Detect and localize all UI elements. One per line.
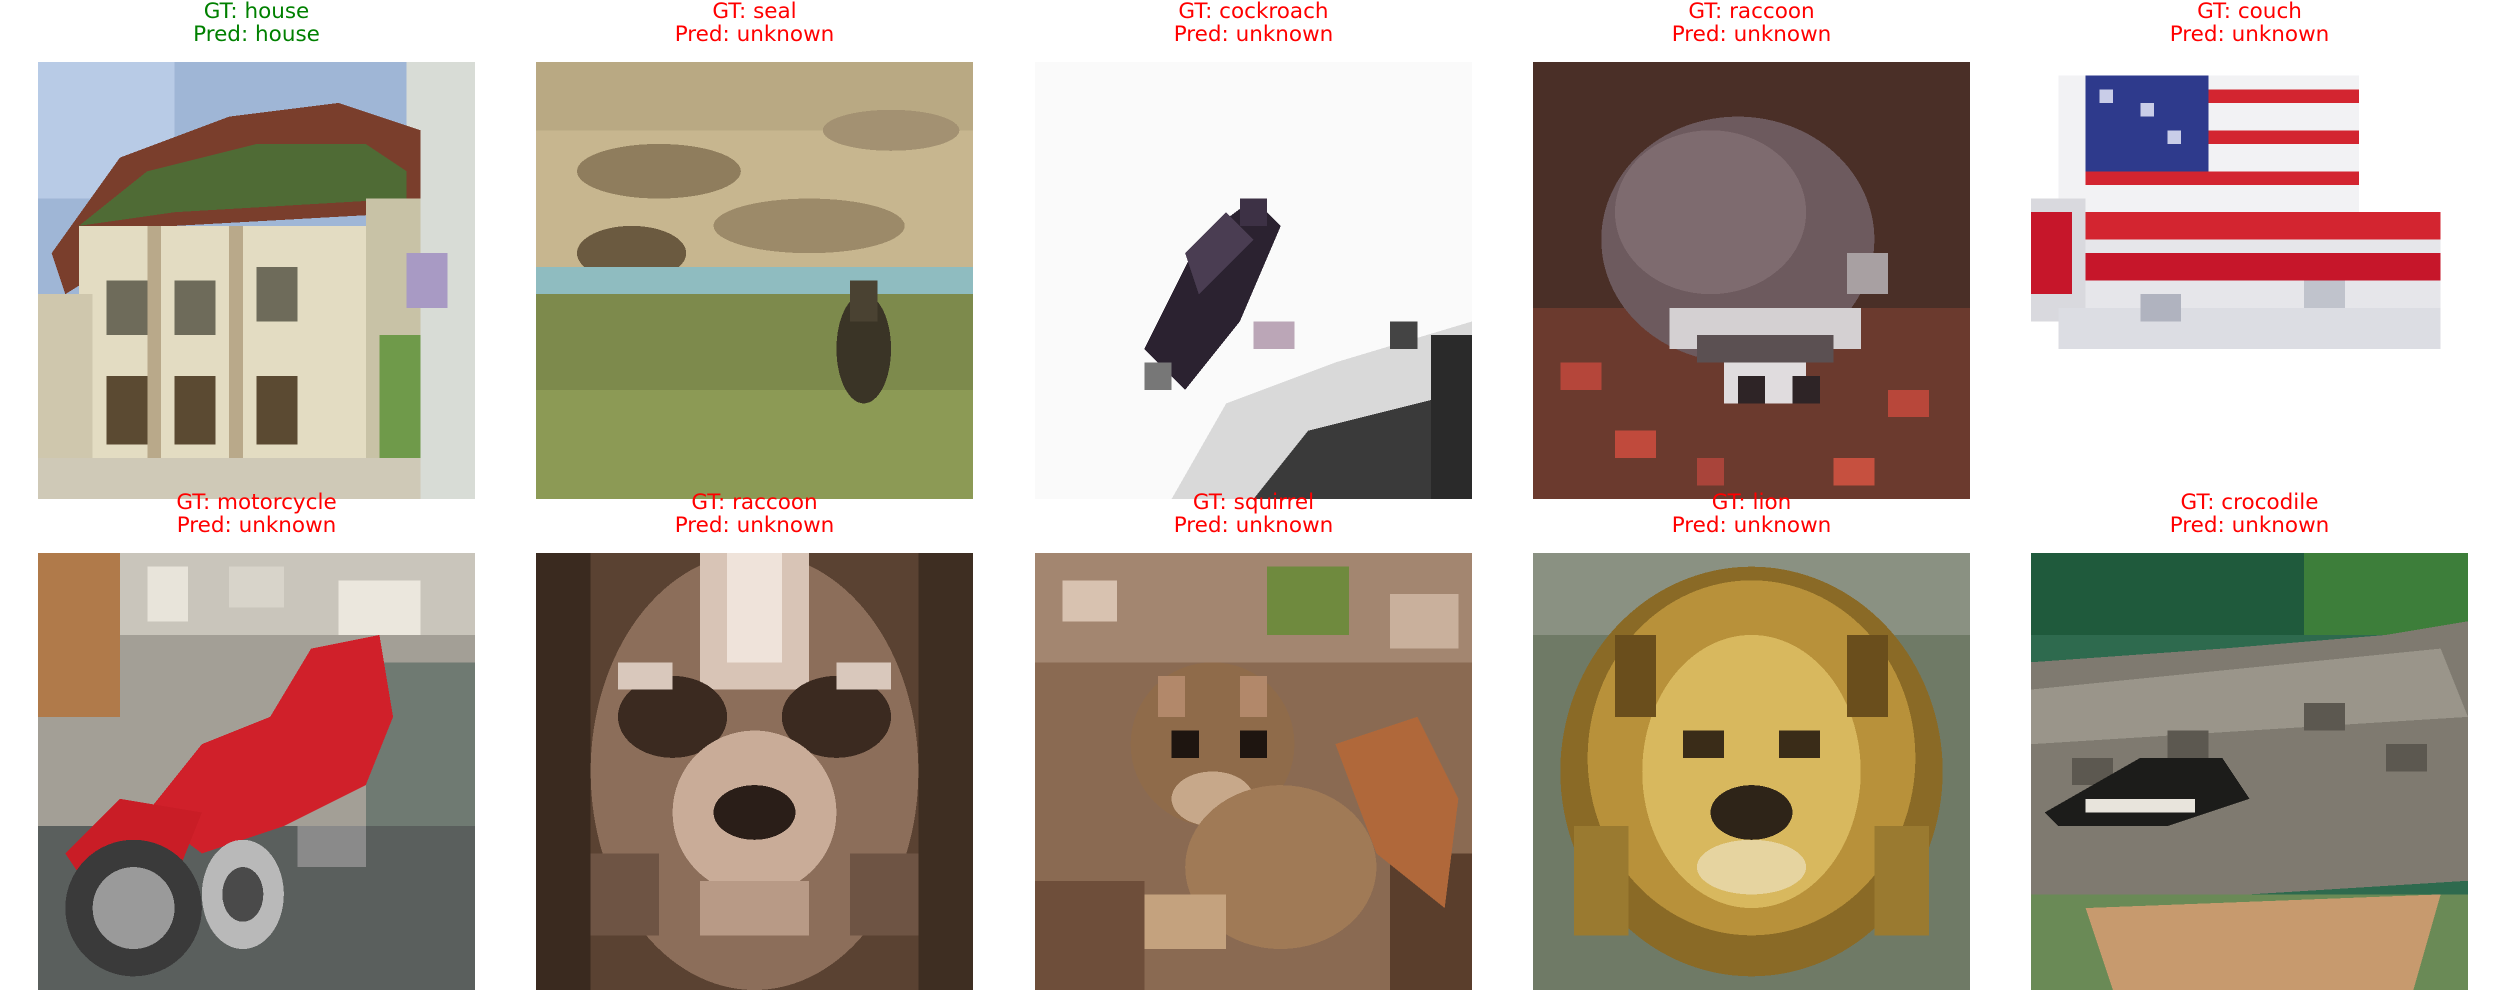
house-image <box>38 62 475 499</box>
gt-label: GT: lion <box>1711 490 1792 515</box>
panel-10: GT: crocodile Pred: unknown <box>2031 491 2468 1000</box>
panel-2: GT: seal Pred: unknown <box>536 0 973 500</box>
motorcycle-image <box>38 553 475 990</box>
pred-label: Pred: unknown <box>674 22 835 47</box>
panel-1: GT: house Pred: house <box>38 0 475 500</box>
lion-image <box>1533 553 1970 990</box>
gt-label: GT: house <box>203 0 310 24</box>
raccoon-face-image <box>536 553 973 990</box>
panel-8: GT: squirrel Pred: unknown <box>1035 491 1472 1000</box>
squirrel-image <box>1035 553 1472 990</box>
pred-label: Pred: unknown <box>2169 22 2330 47</box>
pred-label: Pred: unknown <box>1173 513 1334 538</box>
gt-label: GT: raccoon <box>1688 0 1815 24</box>
couch-image <box>2031 62 2468 499</box>
pred-label: Pred: unknown <box>1671 22 1832 47</box>
crocodile-image <box>2031 553 2468 990</box>
panel-6: GT: motorcycle Pred: unknown <box>38 491 475 1000</box>
gt-label: GT: cockroach <box>1178 0 1329 24</box>
pred-label: Pred: unknown <box>176 513 337 538</box>
gt-label: GT: raccoon <box>691 490 818 515</box>
pred-label: Pred: house <box>193 22 320 47</box>
panel-4: GT: raccoon Pred: unknown <box>1533 0 1970 500</box>
panel-5: GT: couch Pred: unknown <box>2031 0 2468 500</box>
pred-label: Pred: unknown <box>674 513 835 538</box>
gt-label: GT: seal <box>712 0 797 24</box>
gt-label: GT: crocodile <box>2180 490 2319 515</box>
gt-label: GT: squirrel <box>1192 490 1315 515</box>
pred-label: Pred: unknown <box>2169 513 2330 538</box>
panel-7: GT: raccoon Pred: unknown <box>536 491 973 1000</box>
seal-image <box>536 62 973 499</box>
panel-9: GT: lion Pred: unknown <box>1533 491 1970 1000</box>
gt-label: GT: motorcycle <box>176 490 337 515</box>
pred-label: Pred: unknown <box>1173 22 1334 47</box>
cockroach-image <box>1035 62 1472 499</box>
prediction-grid: { "colors": { "correct": "#008000", "inc… <box>0 0 2500 1000</box>
gt-label: GT: couch <box>2197 0 2302 24</box>
panel-3: GT: cockroach Pred: unknown <box>1035 0 1472 500</box>
pred-label: Pred: unknown <box>1671 513 1832 538</box>
raccoon-image <box>1533 62 1970 499</box>
